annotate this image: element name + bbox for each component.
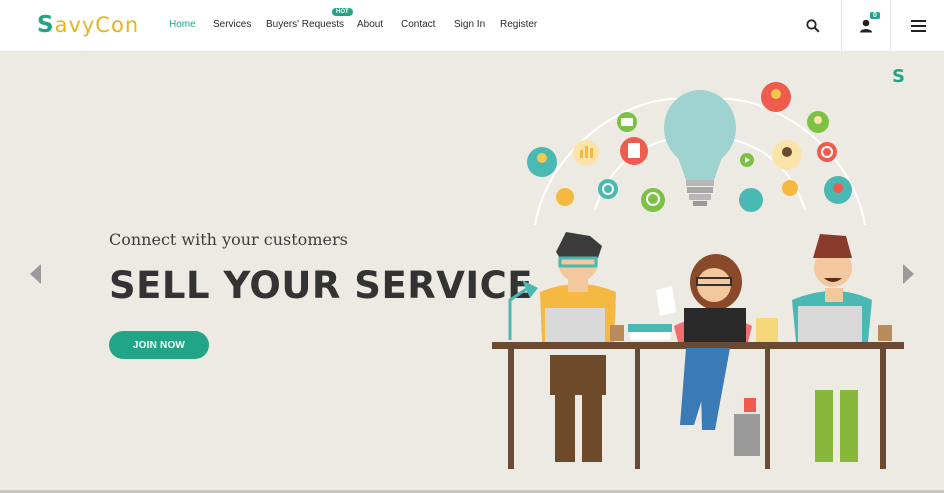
cart-count-badge: 0 — [870, 12, 880, 19]
target-icon — [817, 142, 837, 162]
site-header: SavyCon Home Services Buyers' Requests A… — [0, 0, 944, 52]
nav-contact[interactable]: Contact — [401, 19, 435, 30]
magnifier-icon — [641, 188, 665, 212]
nav-home[interactable]: Home — [169, 19, 196, 30]
desk-top — [492, 342, 904, 349]
nav-services[interactable]: Services — [213, 19, 251, 30]
hot-badge: HOT — [332, 8, 353, 16]
hamburger-icon — [910, 20, 926, 32]
hero-illustration — [492, 82, 904, 469]
hero-title: SELL YOUR SERVICE — [109, 264, 534, 307]
search-button[interactable] — [792, 0, 834, 52]
menu-button[interactable] — [898, 0, 938, 52]
logo-text: avyCon — [54, 13, 140, 37]
user-icon — [860, 19, 872, 33]
nav-register[interactable]: Register — [500, 19, 537, 30]
search-icon — [806, 19, 820, 33]
circle-icon — [598, 179, 618, 199]
prev-slide-button[interactable] — [30, 264, 42, 289]
hero-subtitle: Connect with your customers — [109, 230, 348, 249]
chevron-left-icon — [30, 264, 41, 284]
location-icon — [782, 180, 798, 196]
join-now-button[interactable]: JOIN NOW — [109, 331, 209, 359]
logo[interactable]: SavyCon — [37, 12, 139, 38]
nav-about[interactable]: About — [357, 19, 383, 30]
nav-buyers-requests[interactable]: Buyers' Requests — [266, 19, 344, 30]
lightbulb-icon — [664, 90, 736, 206]
logo-initial: S — [37, 12, 55, 38]
link-icon — [739, 188, 763, 212]
thumbs-up-icon — [556, 188, 574, 206]
nav-sign-in[interactable]: Sign In — [454, 19, 485, 30]
hero-slider: Connect with your customers SELL YOUR SE… — [0, 52, 944, 493]
account-button[interactable]: 0 — [841, 0, 891, 52]
